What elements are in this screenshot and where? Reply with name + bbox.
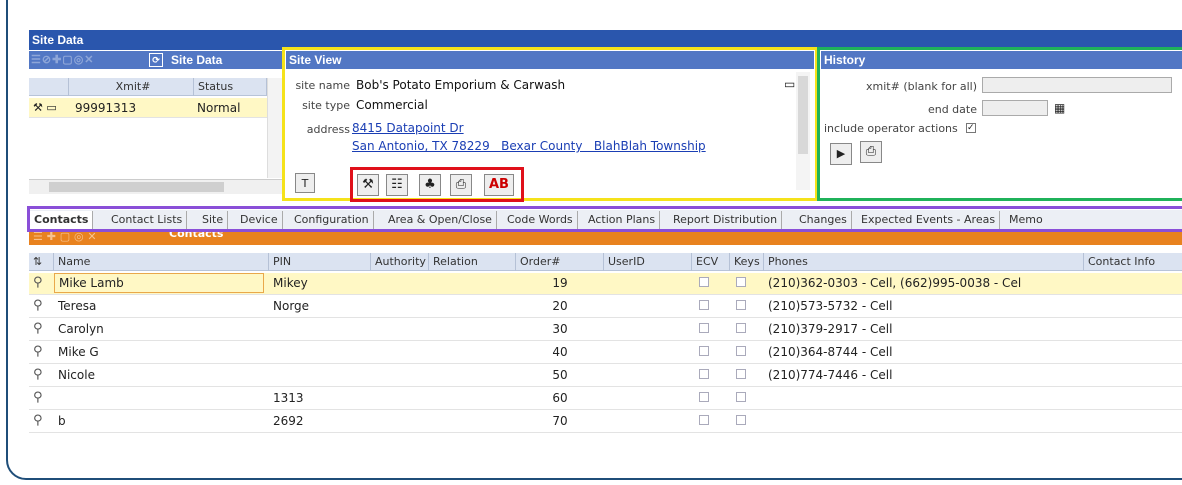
- cell-name: Nicole: [58, 368, 95, 382]
- cell-pin: [269, 342, 273, 362]
- ecv-checkbox[interactable]: [699, 296, 709, 316]
- cell-name: Mike G: [58, 345, 99, 359]
- site-list-col-blank: [29, 78, 69, 96]
- cell-name: [54, 388, 58, 408]
- ecv-checkbox[interactable]: [699, 273, 709, 293]
- ecv-checkbox[interactable]: [699, 319, 709, 339]
- col-phones[interactable]: Phones: [764, 253, 1084, 271]
- tabs-highlight: [27, 206, 1182, 232]
- table-row[interactable]: ⚲ Mike G 40 (210)364-8744 - Cell: [29, 342, 1182, 364]
- cell-order: 50: [552, 368, 568, 382]
- contact-detail-icon[interactable]: ⚲: [29, 319, 53, 339]
- contacts-toolbar: ☰ ✚ ▢ ◎ ✕ Contacts: [29, 231, 1182, 245]
- scroll-thumb[interactable]: [49, 182, 224, 192]
- col-ecv[interactable]: ECV: [692, 253, 730, 271]
- cell-phones: [764, 388, 768, 408]
- cell-name: Teresa: [58, 299, 97, 313]
- cell-phones: (210)362-0303 - Cell, (662)995-0038 - Ce…: [768, 276, 1022, 290]
- contacts-title: Contacts: [169, 231, 224, 240]
- cell-order: 30: [552, 322, 568, 336]
- cell-pin: Mikey: [273, 276, 308, 290]
- contact-detail-icon[interactable]: ⚲: [29, 296, 53, 316]
- cell-pin: [269, 365, 273, 385]
- keys-checkbox[interactable]: [736, 411, 746, 431]
- app-title: Site Data: [32, 33, 84, 47]
- keys-checkbox[interactable]: [736, 296, 746, 316]
- ecv-checkbox[interactable]: [699, 411, 709, 431]
- site-list-title: Site Data: [171, 53, 223, 67]
- table-row[interactable]: ⚲ Teresa Norge 20 (210)573-5732 - Cell: [29, 296, 1182, 318]
- refresh-icon[interactable]: ⟳: [149, 53, 163, 67]
- site-list-tool-icons[interactable]: ☰⊘✚▢◎✕: [31, 51, 95, 69]
- site-row-xmit: 99991313: [75, 101, 137, 115]
- contact-detail-icon[interactable]: ⚲: [29, 388, 53, 408]
- cell-pin: [269, 319, 273, 339]
- site-list-col-xmit[interactable]: Xmit#: [69, 78, 194, 96]
- keys-checkbox[interactable]: [736, 365, 746, 385]
- site-list-col-status[interactable]: Status: [194, 78, 267, 96]
- contact-detail-icon[interactable]: ⚲: [29, 342, 53, 362]
- contact-detail-icon[interactable]: ⚲: [29, 365, 53, 385]
- ecv-checkbox[interactable]: [699, 342, 709, 362]
- cell-order: 60: [552, 391, 568, 405]
- col-pin[interactable]: PIN: [269, 253, 371, 271]
- cell-name: Mike Lamb: [54, 273, 264, 293]
- keys-checkbox[interactable]: [736, 388, 746, 408]
- col-keys[interactable]: Keys: [730, 253, 764, 271]
- cell-phones: [764, 411, 768, 431]
- table-row[interactable]: ⚲ Carolyn 30 (210)379-2917 - Cell: [29, 319, 1182, 341]
- ecv-checkbox[interactable]: [699, 365, 709, 385]
- keys-checkbox[interactable]: [736, 273, 746, 293]
- site-actions-highlight: [350, 167, 524, 202]
- cell-name: b: [58, 414, 66, 428]
- contact-detail-icon[interactable]: ⚲: [29, 411, 53, 431]
- ecv-checkbox[interactable]: [699, 388, 709, 408]
- cell-name: Carolyn: [58, 322, 104, 336]
- site-row-icons[interactable]: ⚒ ▭: [29, 98, 71, 118]
- table-row[interactable]: ⚲ Nicole 50 (210)774-7446 - Cell: [29, 365, 1182, 387]
- cell-order: 19: [552, 276, 568, 290]
- contacts-tool-icons[interactable]: ☰ ✚ ▢ ◎ ✕: [33, 231, 97, 243]
- site-list-hscroll[interactable]: [29, 179, 282, 194]
- table-row[interactable]: ⚲ 1313 60: [29, 388, 1182, 410]
- cell-phones: (210)364-8744 - Cell: [768, 345, 893, 359]
- cell-order: 20: [552, 299, 568, 313]
- col-contact-info[interactable]: Contact Info: [1084, 253, 1182, 271]
- cell-order: 40: [552, 345, 568, 359]
- site-list-header: Xmit# Status: [29, 78, 267, 96]
- cell-phones: (210)774-7446 - Cell: [768, 368, 893, 382]
- cell-order: 70: [552, 414, 568, 428]
- site-row-status: Normal: [197, 101, 241, 115]
- history-highlight: [817, 47, 1182, 201]
- col-relation[interactable]: Relation: [429, 253, 516, 271]
- sort-icon[interactable]: ⇅: [29, 253, 54, 271]
- site-list-vscroll[interactable]: [267, 78, 282, 178]
- col-name[interactable]: Name: [54, 253, 269, 271]
- table-row[interactable]: ⚲ b 2692 70: [29, 411, 1182, 433]
- col-userid[interactable]: UserID: [604, 253, 692, 271]
- site-list-row[interactable]: ⚒ ▭ 99991313 Normal: [29, 98, 267, 118]
- table-row[interactable]: ⚲ Mike Lamb Mikey 19 (210)362-0303 - Cell, (…: [29, 273, 1182, 295]
- col-authority[interactable]: Authority: [371, 253, 429, 271]
- cell-pin: Norge: [273, 299, 310, 313]
- site-list-toolbar: ☰⊘✚▢◎✕ ⟳ Site Data: [29, 51, 282, 69]
- cell-pin: 1313: [273, 391, 304, 405]
- contact-detail-icon[interactable]: ⚲: [29, 273, 53, 293]
- contacts-header: ⇅ Name PIN Authority Relation Order# Use…: [29, 253, 1182, 271]
- cell-phones: (210)573-5732 - Cell: [768, 299, 893, 313]
- cell-pin: 2692: [273, 414, 304, 428]
- cell-phones: (210)379-2917 - Cell: [768, 322, 893, 336]
- keys-checkbox[interactable]: [736, 342, 746, 362]
- keys-checkbox[interactable]: [736, 319, 746, 339]
- col-order[interactable]: Order#: [516, 253, 604, 271]
